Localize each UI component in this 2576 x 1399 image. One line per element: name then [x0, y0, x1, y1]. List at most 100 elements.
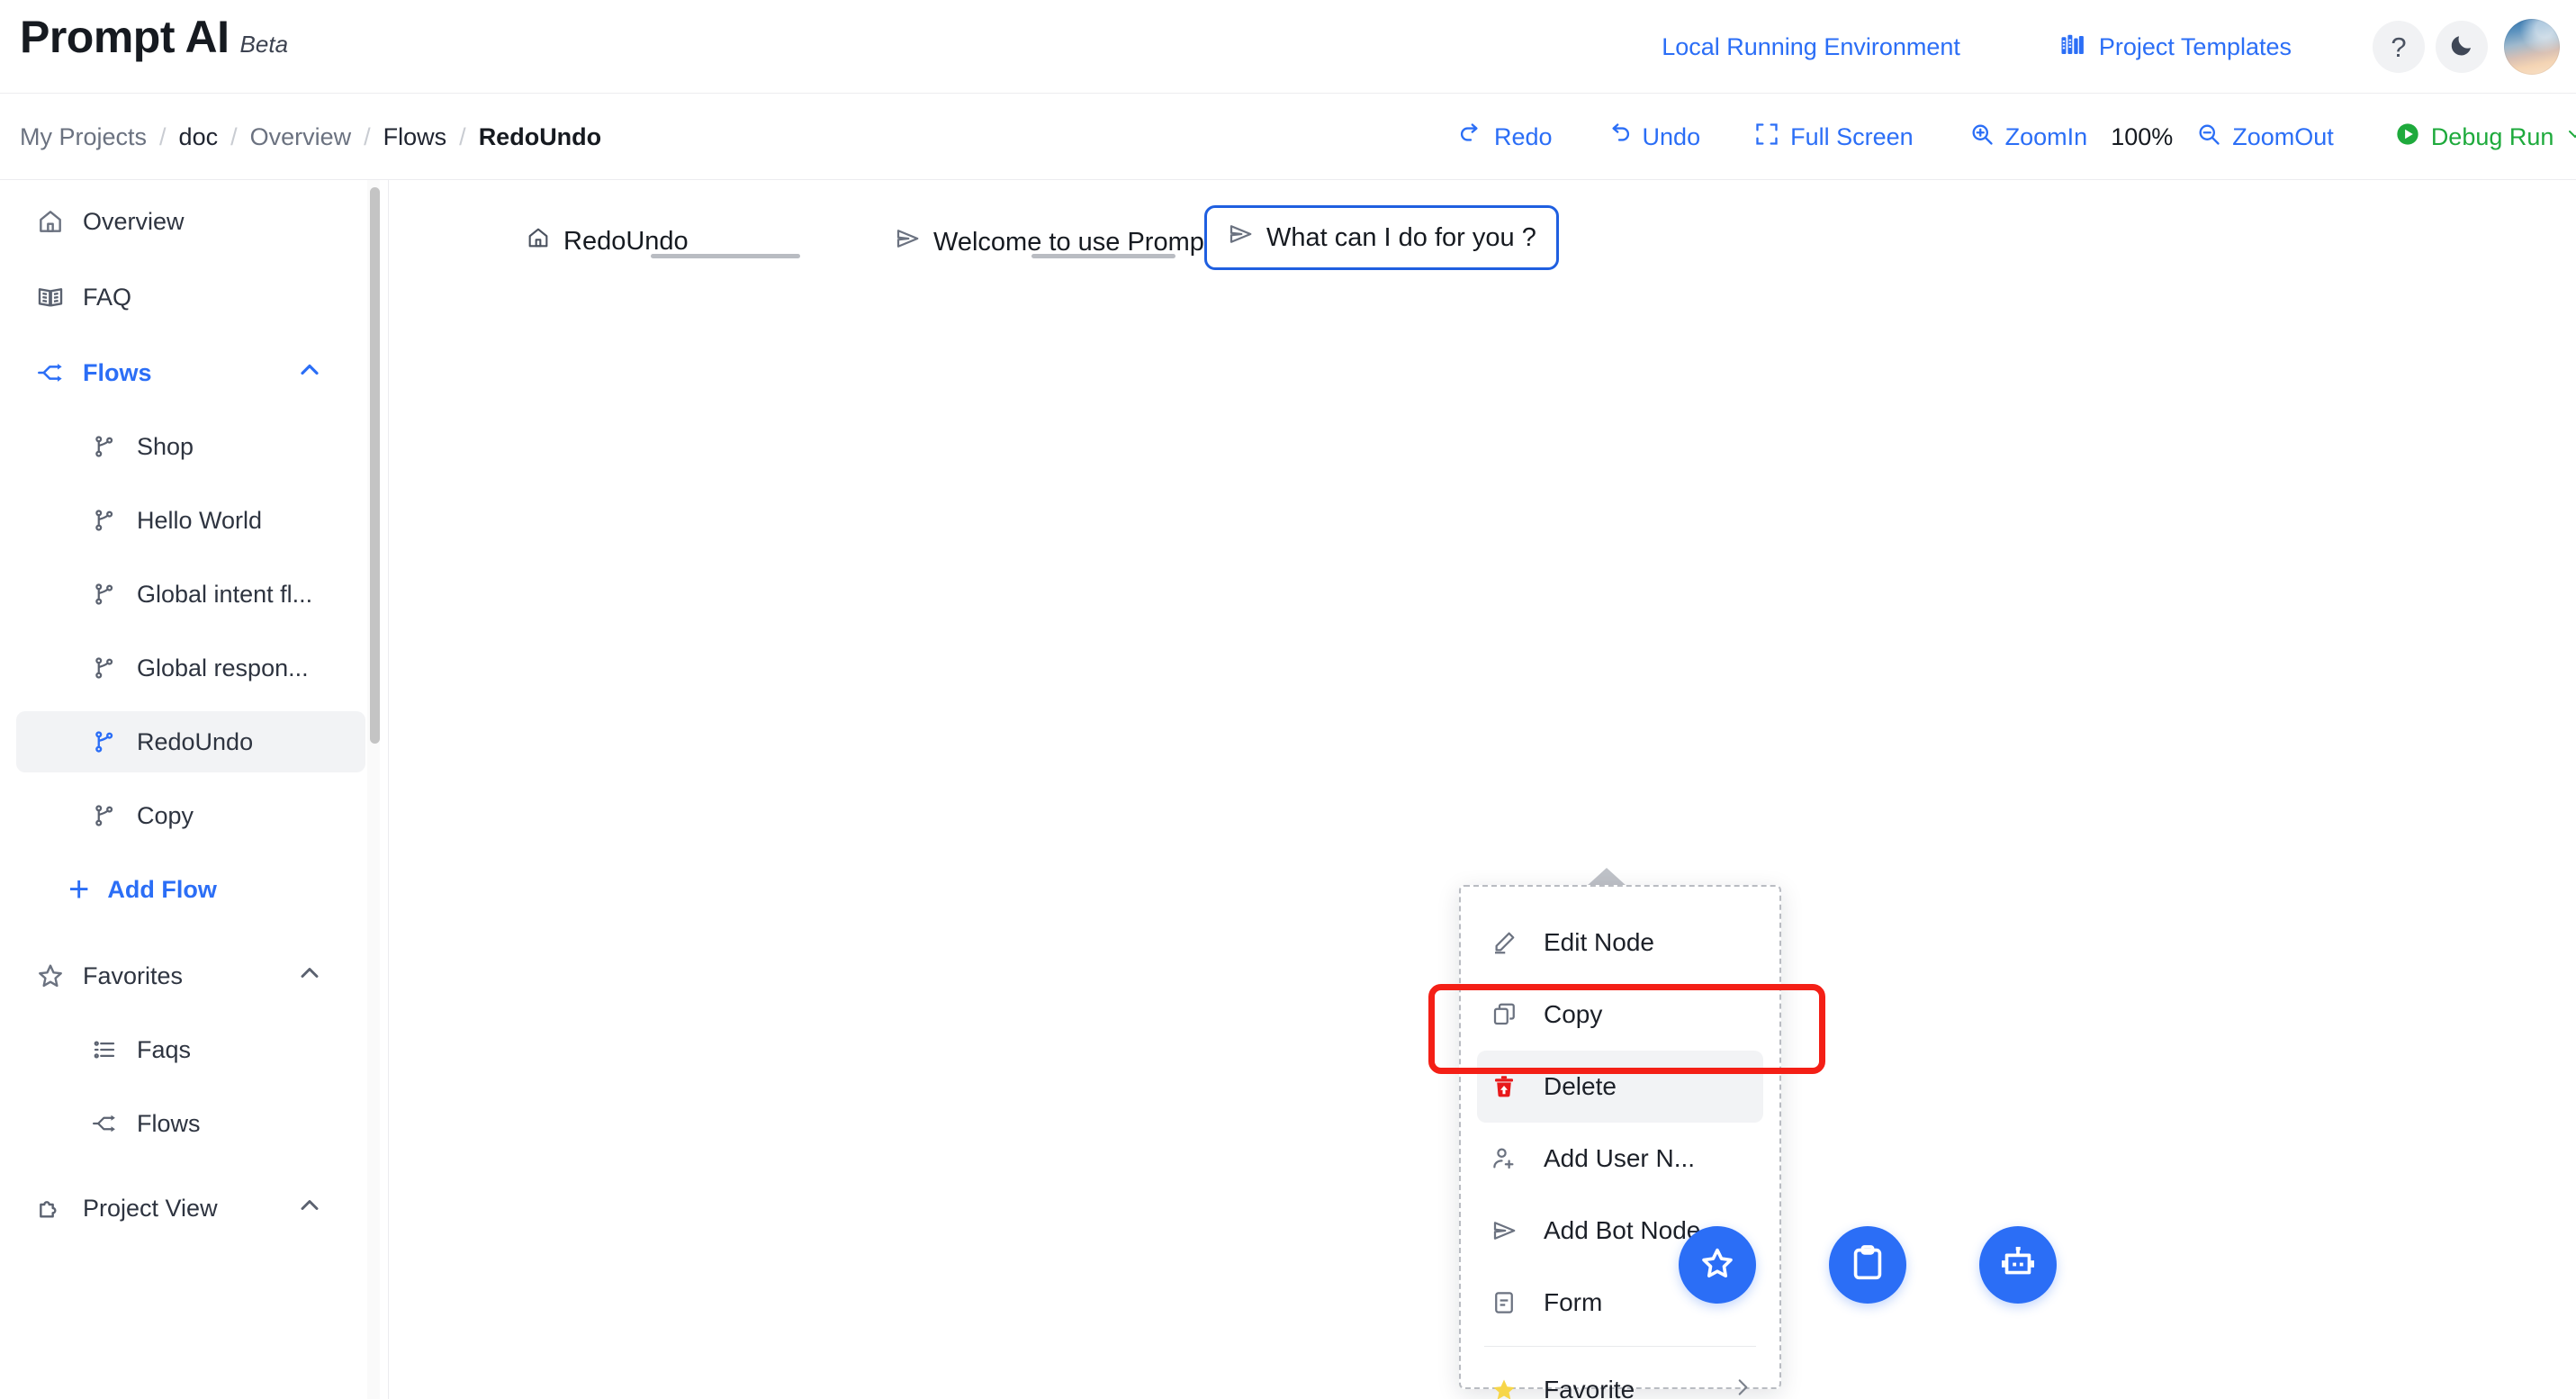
breadcrumb-item-flows[interactable]: Flows — [383, 123, 447, 151]
redo-button[interactable]: Redo — [1458, 122, 1553, 153]
zoom-out-label: ZoomOut — [2232, 122, 2334, 150]
send-icon — [1486, 1213, 1522, 1249]
local-running-environment-link[interactable]: Local Running Environment — [1662, 33, 1960, 61]
context-menu-label: Add Bot Node — [1544, 1216, 1701, 1244]
sidebar-item-faqs[interactable]: Faqs — [0, 1019, 388, 1080]
help-button[interactable]: ? — [2373, 21, 2425, 73]
bot-fab[interactable] — [1979, 1226, 2057, 1304]
debug-run-button[interactable]: Debug Run — [2395, 122, 2576, 153]
full-screen-label: Full Screen — [1790, 122, 1914, 150]
sidebar-label: Flows — [83, 358, 152, 386]
sidebar-item-flows[interactable]: Flows — [0, 342, 388, 403]
app-root: Prompt AI Beta Local Running Environment — [0, 0, 2576, 1399]
zoom-in-button[interactable]: ZoomIn — [1969, 122, 2087, 153]
chevron-down-icon — [2564, 123, 2576, 151]
send-icon — [894, 225, 921, 259]
list-icon — [88, 1033, 121, 1066]
flow-node-label: Welcome to use PromptAI ! — [933, 227, 1251, 257]
sidebar-item-overview[interactable]: Overview — [0, 191, 388, 252]
zoom-out-button[interactable]: ZoomOut — [2196, 122, 2334, 153]
flow-edge-1 — [651, 254, 800, 258]
dark-mode-toggle[interactable] — [2436, 21, 2488, 73]
context-menu-item-copy[interactable]: Copy — [1477, 979, 1763, 1051]
redo-label: Redo — [1494, 122, 1553, 150]
sidebar-item-global-intent-flow[interactable]: Global intent fl... — [0, 564, 388, 625]
clipboard-fab[interactable] — [1829, 1226, 1906, 1304]
project-templates-button[interactable]: Project Templates — [2059, 32, 2292, 63]
sidebar-scroll-content: Overview FAQ Flows Shop Hello World Glob… — [0, 180, 388, 1239]
plus-icon: + — [68, 870, 90, 909]
context-menu-item-add-user-node[interactable]: Add User N... — [1477, 1123, 1763, 1195]
pencil-icon — [1486, 925, 1522, 961]
sidebar-item-faq[interactable]: FAQ — [0, 266, 388, 328]
flow-branch-icon — [88, 1107, 121, 1140]
sidebar-item-hello-world[interactable]: Hello World — [0, 490, 388, 551]
sidebar-label: Overview — [83, 207, 185, 235]
breadcrumb-separator: / — [459, 122, 466, 150]
context-menu-label: Add User N... — [1544, 1144, 1696, 1172]
undo-label: Undo — [1642, 122, 1701, 150]
breadcrumb-item-overview[interactable]: Overview — [250, 123, 352, 151]
sidebar-label: Global respon... — [137, 654, 309, 681]
context-menu-item-delete[interactable]: Delete — [1477, 1051, 1763, 1123]
star-filled-icon — [1486, 1372, 1522, 1399]
moon-icon — [2448, 32, 2475, 63]
book-icon — [34, 281, 67, 313]
git-branch-icon — [88, 504, 121, 537]
breadcrumb-separator: / — [230, 122, 238, 150]
flow-node-bot-2-selected[interactable]: What can I do for you ? — [1204, 205, 1559, 270]
breadcrumb-separator: / — [364, 122, 371, 150]
chevron-up-icon[interactable] — [295, 356, 324, 391]
debug-run-label: Debug Run — [2430, 122, 2554, 150]
context-menu-top-pad — [1461, 887, 1779, 907]
sidebar-label: Favorites — [83, 961, 184, 989]
undo-button[interactable]: Undo — [1607, 122, 1701, 153]
form-icon — [1486, 1285, 1522, 1321]
sidebar-label: Faqs — [137, 1035, 192, 1063]
add-flow-button[interactable]: + Add Flow — [0, 859, 388, 920]
context-menu-item-favorite[interactable]: Favorite — [1477, 1354, 1763, 1399]
sidebar-label: Global intent fl... — [137, 580, 313, 608]
brand: Prompt AI Beta — [20, 11, 288, 63]
flow-edge-2 — [1031, 254, 1175, 258]
sidebar-section-project-view[interactable]: Project View — [0, 1178, 388, 1239]
full-screen-icon — [1754, 122, 1779, 153]
chevron-right-icon — [1731, 1376, 1754, 1399]
puzzle-icon — [34, 1192, 67, 1224]
full-screen-button[interactable]: Full Screen — [1754, 122, 1914, 153]
breadcrumb-item-my-projects[interactable]: My Projects — [20, 123, 147, 151]
beta-badge: Beta — [239, 31, 289, 58]
sidebar-item-copy[interactable]: Copy — [0, 785, 388, 846]
avatar[interactable] — [2504, 19, 2560, 75]
flow-node-label: What can I do for you ? — [1266, 222, 1536, 252]
context-menu-arrow — [1587, 868, 1626, 886]
library-books-icon — [2059, 32, 2086, 63]
play-icon — [2395, 122, 2420, 153]
flow-node-start[interactable]: RedoUndo — [526, 225, 689, 257]
flow-branch-icon — [34, 357, 67, 389]
sidebar-item-shop[interactable]: Shop — [0, 416, 388, 477]
sidebar-scrollbar-thumb[interactable] — [370, 187, 380, 744]
context-menu-divider — [1484, 1346, 1756, 1347]
chevron-up-icon[interactable] — [295, 959, 324, 994]
sidebar-item-redoundo[interactable]: RedoUndo — [16, 711, 365, 772]
sidebar-section-favorites[interactable]: Favorites — [0, 945, 388, 1006]
context-menu-label: Delete — [1544, 1072, 1617, 1100]
favorite-fab[interactable] — [1679, 1226, 1756, 1304]
clipboard-icon — [1847, 1242, 1888, 1288]
git-branch-icon — [88, 578, 121, 610]
chevron-up-icon[interactable] — [295, 1191, 324, 1226]
sidebar-label: Project View — [83, 1194, 218, 1222]
undo-icon — [1607, 122, 1632, 153]
git-branch-icon — [88, 430, 121, 463]
breadcrumb-item-doc[interactable]: doc — [179, 123, 219, 151]
sidebar-label: Hello World — [137, 506, 263, 534]
breadcrumb-separator: / — [159, 122, 167, 150]
star-outline-icon — [34, 960, 67, 992]
flow-node-label: RedoUndo — [563, 226, 689, 256]
project-templates-label: Project Templates — [2098, 32, 2292, 60]
sidebar-item-global-response[interactable]: Global respon... — [0, 637, 388, 699]
flow-canvas[interactable]: RedoUndo Welcome to use PromptAI ! What … — [390, 180, 2576, 1399]
sidebar-item-favorites-flows[interactable]: Flows — [0, 1093, 388, 1154]
context-menu-item-edit-node[interactable]: Edit Node — [1477, 907, 1763, 979]
